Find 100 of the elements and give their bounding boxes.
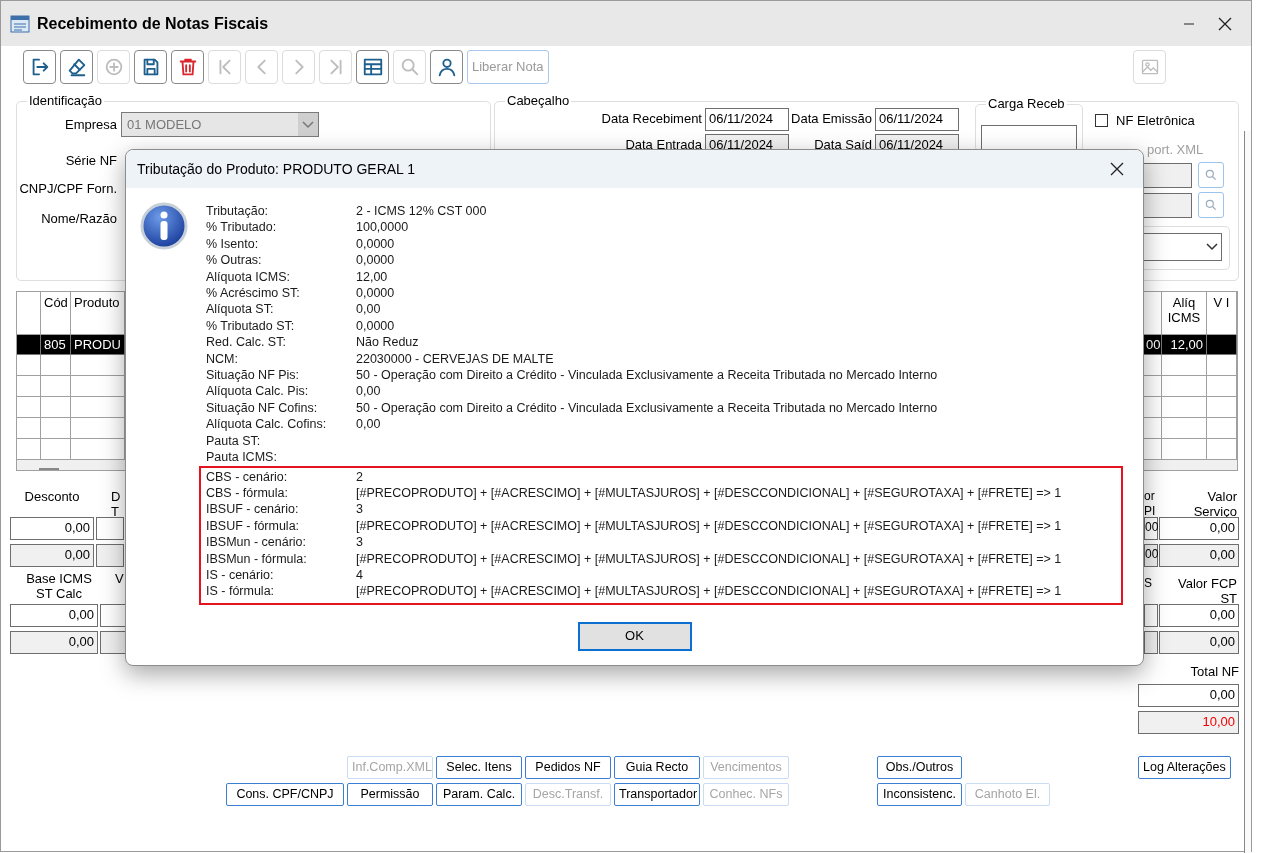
table-cell (41, 439, 71, 460)
info-value: [#PRECOPRODUTO] + [#ACRESCIMO] + [#MULTASJUROS] + [#DESCCONDICIONAL] + [#SEGUROTAXA] + [#FRETE] => 1 (356, 550, 1063, 567)
number-field[interactable]: 00 (1144, 517, 1158, 540)
toolbar-button[interactable] (356, 49, 389, 84)
date-field[interactable]: 06/11/2024 (875, 108, 959, 131)
panel-title: Carga Receb (986, 97, 1067, 111)
field-label: Total NF (1189, 664, 1239, 680)
window-icon (10, 14, 30, 33)
info-label: % Isento: (206, 235, 260, 253)
action-button[interactable]: Obs./Outros (877, 755, 962, 779)
field-label: Base ICMS ST Calc (25, 571, 93, 603)
info-label: Pauta ST: (206, 432, 262, 450)
info-label: Situação NF Pis: (206, 367, 301, 384)
window-title: Recebimento de Notas Fiscais (37, 13, 269, 34)
info-label: % Tributado: (206, 219, 278, 236)
toolbar-button[interactable] (134, 49, 167, 84)
ok-button[interactable]: OK (577, 621, 692, 651)
action-button[interactable]: Pedidos NF (525, 755, 611, 779)
number-field[interactable] (100, 631, 128, 654)
field-label: Data Recebiment (600, 110, 703, 127)
number-field[interactable]: 0,00 (10, 604, 98, 627)
info-value: [#PRECOPRODUTO] + [#ACRESCIMO] + [#MULTASJUROS] + [#DESCCONDICIONAL] + [#SEGUROTAXA] + [#FRETE] => 1 (356, 484, 1063, 502)
info-value: 0,00 (356, 383, 382, 400)
info-value: 0,0000 (356, 317, 396, 335)
info-value: 0,00 (356, 416, 382, 433)
info-label: NCM: (206, 350, 239, 368)
info-value: 4 (356, 566, 364, 584)
number-field[interactable] (96, 544, 124, 567)
action-button[interactable]: Inconsistenc. (877, 782, 962, 806)
number-field[interactable]: 0,00 (10, 631, 98, 654)
scrollbar-thumb[interactable] (39, 468, 59, 470)
field-label: or PI (1144, 488, 1156, 517)
field-label: S (1144, 575, 1152, 592)
number-field[interactable]: 0,00 (1159, 517, 1239, 540)
column-header: Alíq ICMS (1162, 292, 1207, 335)
action-button[interactable]: Permissão (347, 782, 433, 806)
number-field[interactable] (1144, 631, 1158, 654)
checkbox-label: NF Eletrônica (1116, 113, 1195, 129)
info-label: IS - fórmula: (206, 583, 276, 600)
field-label: D T (111, 488, 121, 517)
number-field[interactable] (96, 517, 124, 540)
info-label: Alíquota ICMS: (206, 268, 292, 286)
info-value: 12,00 (356, 268, 389, 286)
toolbar-button[interactable] (23, 49, 56, 84)
info-label: % Tributado ST: (206, 317, 296, 335)
number-field[interactable]: 0,00 (1159, 604, 1239, 627)
field-label: Data Saíd (813, 136, 873, 153)
table-cell: PRODU (71, 335, 125, 355)
number-field[interactable] (100, 604, 128, 627)
field-label: Valor Serviço (1192, 488, 1237, 517)
table-cell (1207, 335, 1237, 355)
chevron-down-icon (1206, 243, 1218, 252)
action-button[interactable]: Selec. Itens (436, 755, 522, 779)
panel-title: Cabeçalho (505, 94, 572, 108)
field-label: Empresa (63, 116, 118, 133)
action-button[interactable]: Transportador (614, 782, 700, 806)
info-value: 0,0000 (356, 285, 396, 302)
toolbar-button[interactable] (430, 49, 463, 84)
number-field[interactable] (1144, 604, 1158, 627)
toolbar-button[interactable] (60, 49, 93, 84)
column-header: Produto (71, 292, 125, 335)
number-field[interactable]: 00 (1144, 544, 1158, 567)
action-button[interactable]: Param. Calc. (436, 782, 522, 806)
number-field[interactable]: 0,00 (1159, 631, 1239, 654)
total-field[interactable]: 0,00 (1138, 683, 1239, 707)
field-label: V (115, 571, 124, 588)
dropdown[interactable] (1141, 233, 1222, 262)
info-label: Red. Calc. ST: (206, 334, 287, 351)
action-button[interactable]: Cons. CPF/CNPJ (226, 782, 344, 806)
info-label: Tributação: (206, 203, 270, 220)
table-cell (1162, 439, 1207, 460)
column-header: V I (1207, 292, 1237, 335)
toolbar-button[interactable] (171, 49, 204, 84)
date-field[interactable]: 06/11/2024 (705, 108, 789, 131)
number-field[interactable]: 0,00 (10, 517, 94, 540)
table-cell (1162, 376, 1207, 397)
info-value: [#PRECOPRODUTO] + [#ACRESCIMO] + [#MULTASJUROS] + [#DESCCONDICIONAL] + [#SEGUROTAXA] + [#FRETE] => 1 (356, 583, 1063, 600)
info-label: CBS - fórmula: (206, 484, 289, 502)
info-value: 2 (356, 468, 364, 485)
info-label: IS - cenário: (206, 566, 275, 584)
table-cell: 12,00 (1162, 335, 1207, 355)
text-field[interactable] (1143, 162, 1192, 188)
info-icon (140, 202, 188, 250)
field-label: Valor FCP ST (1177, 575, 1237, 604)
panel-title: Identificação (27, 94, 104, 108)
field-label: Nome/Razão (40, 211, 118, 227)
field-label: Data Entrada (624, 136, 703, 153)
action-button[interactable]: Log Alterações (1138, 755, 1231, 779)
text-field[interactable] (1143, 192, 1192, 218)
checkbox[interactable] (1095, 114, 1108, 128)
number-field[interactable]: 0,00 (1159, 544, 1239, 567)
table-cell (1162, 418, 1207, 439)
field-label: Desconto (23, 488, 81, 506)
total-field[interactable]: 10,00 (1138, 710, 1239, 734)
info-value: [#PRECOPRODUTO] + [#ACRESCIMO] + [#MULTASJUROS] + [#DESCCONDICIONAL] + [#SEGUROTAXA] + [#FRETE] => 1 (356, 517, 1063, 535)
number-field[interactable]: 0,00 (10, 544, 94, 567)
scrollbar[interactable] (1244, 131, 1251, 853)
search-icon (1204, 198, 1218, 213)
cargo-field[interactable] (981, 125, 1077, 151)
action-button[interactable]: Guia Recto (614, 755, 700, 779)
